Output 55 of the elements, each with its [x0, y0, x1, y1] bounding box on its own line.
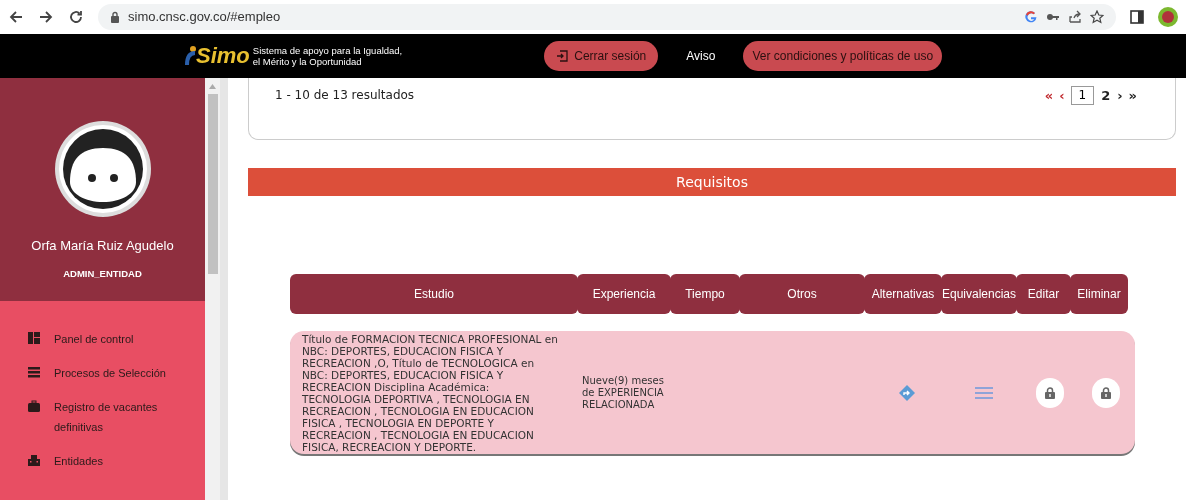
first-page-link[interactable]: «	[1044, 86, 1054, 106]
reload-icon[interactable]	[68, 9, 84, 25]
list-icon	[28, 366, 40, 378]
avatar-icon	[53, 120, 152, 218]
star-icon[interactable]	[1090, 10, 1104, 24]
sidebar-item[interactable]: Registro de vacantes definitivas	[28, 397, 188, 437]
column-header: Experiencia	[577, 274, 671, 314]
column-header: Editar	[1016, 274, 1071, 314]
edit-lock-button[interactable]	[1035, 377, 1064, 408]
scrollbar-thumb[interactable]	[207, 94, 218, 274]
column-header: Tiempo	[670, 274, 740, 314]
back-icon[interactable]	[8, 9, 24, 25]
scrollbar[interactable]	[205, 78, 220, 500]
column-header: Eliminar	[1070, 274, 1128, 314]
logout-icon	[556, 50, 569, 62]
google-icon[interactable]	[1024, 10, 1038, 24]
profile-avatar-icon[interactable]	[1158, 7, 1178, 27]
experience-cell-text: Nueve(9) meses de EXPERIENCIA RELACIONADA	[581, 374, 665, 411]
side-panel-icon[interactable]	[1130, 10, 1144, 24]
lock-icon	[1044, 386, 1055, 399]
user-role: ADMIN_ENTIDAD	[63, 266, 142, 281]
delete-lock-button[interactable]	[1092, 377, 1120, 408]
alternatives-icon[interactable]	[899, 384, 915, 401]
notice-link[interactable]: Aviso	[686, 47, 716, 65]
column-header: Estudio	[290, 274, 578, 314]
study-cell-text: Título de FORMACION TECNICA PROFESIONAL en NBC: DEPORTES, EDUCACION FISICA Y RECREACION ,O, Título de TECNOLOGICA en NBC: DEPORTES, EDUCACION FISICA Y RECREACION Disciplina Académica: TECNOLOGIA DEPORTIVA , TECNOLOGIA EN RECREACION , TECNOLOGIA EN EDUCACION FISICA , TECNOLOGIA EN DEPORTE Y RECREACION , TECNOLOGIA EN EDUCACION FISICA, RECREACION Y DEPORTE.	[301, 332, 559, 453]
tagline-text: Sistema de apoyo para la Igualdad,	[252, 45, 403, 56]
next-page-link[interactable]: ›	[1117, 86, 1123, 106]
page-link[interactable]: 2	[1100, 86, 1112, 106]
terms-button[interactable]: Ver condiciones y políticas de uso	[743, 41, 943, 71]
logout-button[interactable]: Cerrar sesión	[544, 41, 659, 71]
sidebar-item[interactable]: Panel de control	[28, 329, 188, 349]
section-title-bar: Requisitos	[248, 168, 1176, 196]
address-bar[interactable]: simo.cnsc.gov.co/#empleo	[98, 4, 1116, 30]
sidebar-item[interactable]: Procesos de Selección	[28, 363, 188, 383]
url-text: simo.cnsc.gov.co/#empleo	[128, 8, 281, 27]
tagline-text: el Mérito y la Oportunidad	[252, 56, 363, 67]
user-name: Orfa María Ruiz Agudelo	[31, 237, 174, 255]
previous-page-link[interactable]: ‹	[1059, 86, 1065, 106]
briefcase-icon	[28, 400, 40, 412]
lock-icon	[110, 11, 120, 23]
lock-icon	[1101, 386, 1111, 399]
last-page-link[interactable]: »	[1128, 86, 1137, 106]
page-link[interactable]: 1	[1070, 86, 1095, 106]
column-header: Equivalencias	[941, 274, 1017, 314]
building-icon	[28, 454, 40, 466]
dashboard-icon	[28, 332, 40, 344]
forward-icon[interactable]	[38, 9, 54, 25]
sidebar-item[interactable]: Entidades	[28, 451, 188, 471]
results-summary: 1 - 10 de 13 resultados	[275, 87, 415, 104]
column-header: Alternativas	[864, 274, 942, 314]
figure-icon	[184, 45, 198, 67]
share-icon[interactable]	[1068, 10, 1082, 24]
logo-text: Simo	[196, 45, 250, 67]
column-header: Otros	[739, 274, 865, 314]
